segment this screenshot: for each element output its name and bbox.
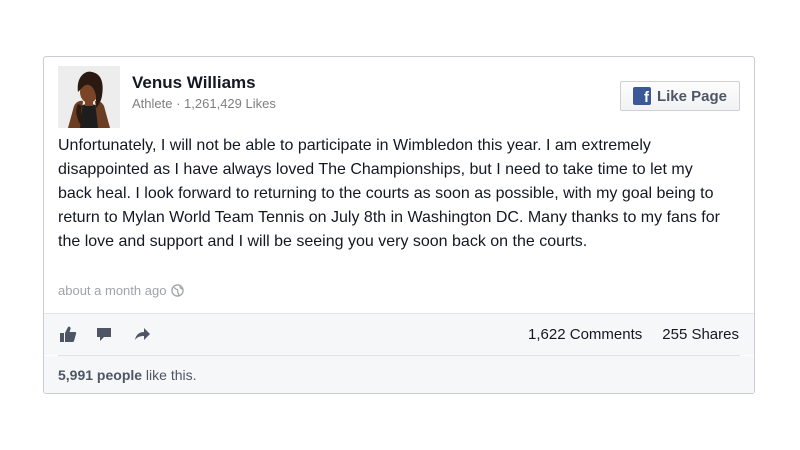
post-timestamp[interactable]: about a month ago xyxy=(58,283,166,298)
meta-separator: · xyxy=(172,96,185,111)
engagement-counts: 1,622 Comments 255 Shares xyxy=(528,326,739,343)
page-likes-count: 1,261,429 Likes xyxy=(184,96,276,111)
post-actions-bar: 1,622 Comments 255 Shares xyxy=(44,314,754,355)
thumbs-up-icon[interactable] xyxy=(59,325,77,343)
profile-photo xyxy=(58,66,120,128)
page-name-link[interactable]: Venus Williams xyxy=(132,72,276,94)
globe-icon[interactable] xyxy=(171,284,185,297)
post-timestamp-row: about a month ago xyxy=(58,283,185,298)
page-category: Athlete xyxy=(132,96,173,111)
comments-count-link[interactable]: 1,622 Comments xyxy=(528,326,642,343)
share-arrow-icon[interactable] xyxy=(133,325,151,343)
shares-count-link[interactable]: 255 Shares xyxy=(662,326,739,343)
like-page-label: Like Page xyxy=(656,87,728,105)
likes-summary: 5,991 people like this. xyxy=(58,367,197,383)
post-header: Venus Williams Athlete · 1,261,429 Likes… xyxy=(58,66,740,128)
likes-summary-bar: 5,991 people like this. xyxy=(44,356,754,393)
facebook-f-icon: f xyxy=(632,87,651,105)
likes-count-link[interactable]: 5,991 people xyxy=(58,367,142,383)
post-body-text: Unfortunately, I will not be able to par… xyxy=(58,137,720,250)
like-page-button[interactable]: f Like Page xyxy=(620,81,740,111)
likes-suffix: like this. xyxy=(142,367,197,383)
comment-icon[interactable] xyxy=(95,325,113,343)
page-info: Venus Williams Athlete · 1,261,429 Likes xyxy=(132,72,276,111)
page-meta: Athlete · 1,261,429 Likes xyxy=(132,96,276,111)
facebook-post-card: Venus Williams Athlete · 1,261,429 Likes… xyxy=(43,56,755,394)
avatar[interactable] xyxy=(58,66,120,128)
